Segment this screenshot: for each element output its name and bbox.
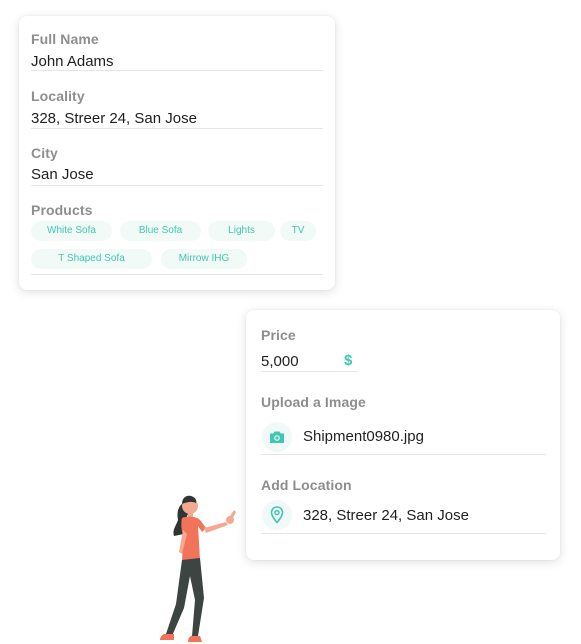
product-chip-mirrow-ihg[interactable]: Mirrow IHG: [161, 249, 247, 269]
price-underline: [261, 371, 358, 372]
products-label: Products: [31, 202, 93, 218]
full-name-field[interactable]: John Adams: [31, 53, 114, 70]
price-label: Price: [261, 327, 296, 343]
product-chip-lights[interactable]: Lights: [208, 221, 275, 241]
pants: [166, 558, 204, 636]
upload-label: Upload a Image: [261, 394, 366, 410]
locality-field[interactable]: 328, Streer 24, San Jose: [31, 110, 197, 127]
waving-arm: [204, 522, 228, 533]
uploaded-file-name[interactable]: Shipment0980.jpg: [303, 428, 424, 445]
map-pin-icon[interactable]: [262, 500, 292, 530]
product-chip-t-shaped-sofa[interactable]: T Shaped Sofa: [31, 249, 152, 269]
location-underline: [261, 533, 546, 534]
price-field[interactable]: 5,000: [261, 353, 299, 370]
city-label: City: [31, 145, 58, 161]
location-field[interactable]: 328, Streer 24, San Jose: [303, 507, 469, 524]
product-chip-tv[interactable]: TV: [280, 221, 316, 241]
shoe: [160, 634, 174, 640]
locality-underline: [31, 128, 323, 129]
upload-underline: [261, 454, 546, 455]
dollar-icon: $: [344, 352, 353, 369]
location-label: Add Location: [261, 477, 352, 493]
city-underline: [31, 185, 323, 186]
product-chip-blue-sofa[interactable]: Blue Sofa: [120, 221, 201, 241]
city-field[interactable]: San Jose: [31, 166, 94, 183]
woman-waving-illustration: [160, 495, 236, 642]
camera-icon[interactable]: [262, 422, 292, 452]
products-underline: [31, 274, 323, 275]
customer-form-card: Full Name John Adams Locality 328, Stree…: [19, 16, 335, 290]
product-chip-white-sofa[interactable]: White Sofa: [31, 221, 112, 241]
full-name-underline: [31, 70, 323, 71]
shipment-details-card: Price 5,000 $ Upload a Image Shipment098…: [246, 310, 560, 560]
locality-label: Locality: [31, 88, 85, 104]
shoe: [188, 636, 202, 642]
full-name-label: Full Name: [31, 31, 99, 47]
